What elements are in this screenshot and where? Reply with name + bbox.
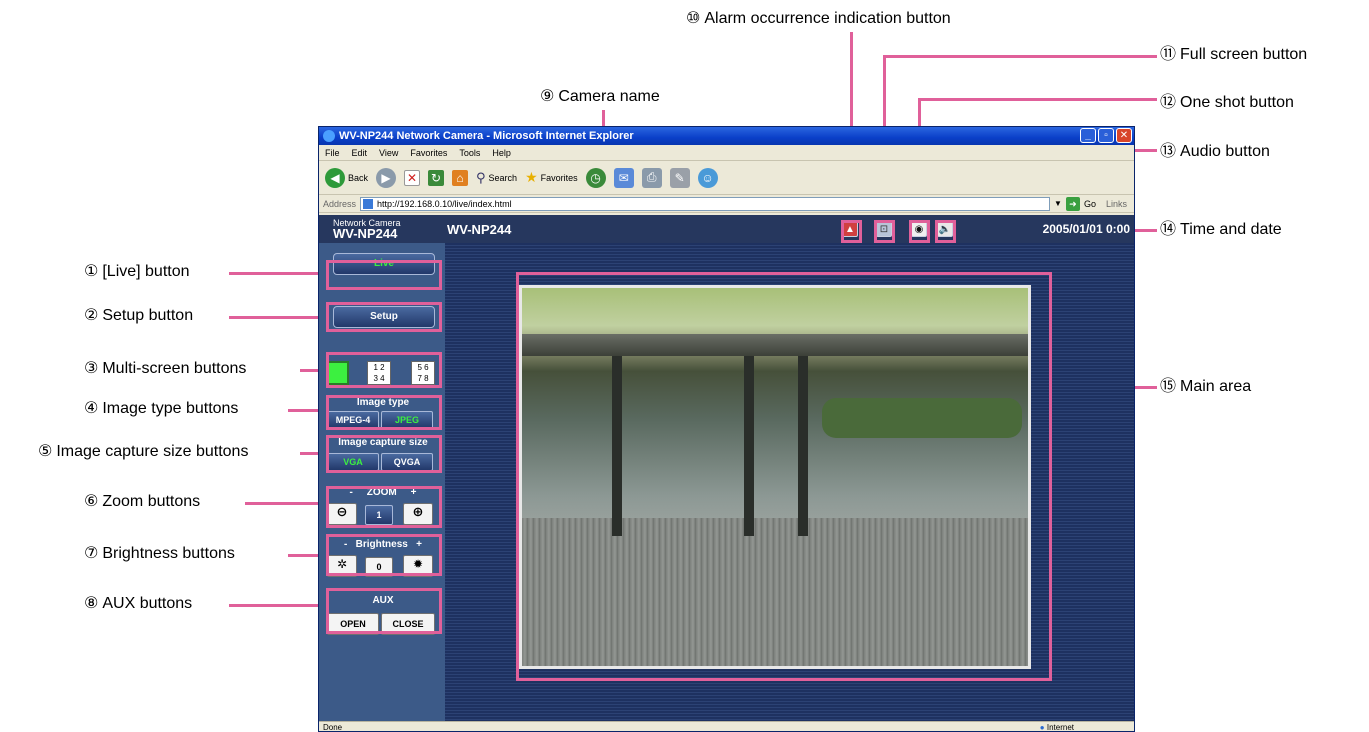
callout-oneshot: ⑫ One shot button [1160,94,1294,111]
callout-multiscreen: ③ Multi-screen buttons [84,360,247,377]
highlight-zoom [326,486,442,528]
title-bar: WV-NP244 Network Camera - Microsoft Inte… [319,127,1134,145]
home-button[interactable]: ⌂ [452,169,469,186]
callout-audio: ⑬ Audio button [1160,143,1270,160]
mail-button[interactable]: ✉ [613,167,634,188]
go-icon[interactable]: ➜ [1065,196,1080,211]
callout-imagetype: ④ Image type buttons [84,400,239,417]
status-bar: Done ● Internet [319,721,1134,732]
menu-tools[interactable]: Tools [459,145,480,160]
time-and-date: 2005/01/01 0:00 [1042,222,1130,236]
menu-help[interactable]: Help [492,145,511,160]
security-zone: ● Internet [1039,723,1074,732]
status-text: Done [323,723,343,732]
leader-zoom [245,502,326,505]
callout-brightness: ⑦ Brightness buttons [84,545,235,562]
menu-edit[interactable]: Edit [352,145,368,160]
back-button[interactable]: ◀ Back [325,167,368,188]
ie-logo-icon [323,130,335,143]
print-button[interactable]: ⎙ [641,167,662,188]
address-label: Address [323,198,357,209]
callout-zoom: ⑥ Zoom buttons [84,493,201,510]
address-bar: Address http://192.168.0.10/live/index.h… [319,195,1134,213]
callout-fullscreen: ⑪ Full screen button [1160,46,1308,63]
highlight-imagetype [326,395,442,430]
leader-live [229,272,329,275]
callout-aux: ⑧ AUX buttons [84,595,193,612]
highlight-mainarea [516,272,1052,681]
messenger-button[interactable]: ☺ [697,167,718,188]
forward-button[interactable]: ▶ [376,167,397,188]
window-title: WV-NP244 Network Camera - Microsoft Inte… [339,130,634,142]
minimize-button[interactable]: _ [1080,128,1096,143]
leader-oneshot-h [918,98,1157,101]
menu-file[interactable]: File [325,145,340,160]
page-icon [363,198,374,209]
search-icon: ⚲ [476,169,486,185]
globe-icon: ● [1039,723,1045,732]
highlight-capturesize [326,435,442,473]
back-arrow-icon: ◀ [325,167,345,188]
leader-fullscreen-h [883,55,1157,58]
highlight-alarm [841,220,862,243]
go-button[interactable]: Go [1084,199,1096,209]
callout-capturesize: ⑤ Image capture size buttons [38,443,249,460]
leader-setup [229,316,329,319]
callout-live: ① [Live] button [84,263,190,280]
highlight-audio [935,220,956,243]
edit-button[interactable]: ✎ [669,167,690,188]
camera-header: Network Camera WV-NP244 WV-NP244 ▲ ⊡ ◉ 🔈… [319,215,1134,243]
address-dropdown[interactable]: ▼ [1054,199,1062,208]
highlight-multiscreen [326,352,442,388]
links-button[interactable]: Links [1106,199,1127,209]
callout-alarm: ⑩ Alarm occurrence indication button [686,10,951,27]
menu-view[interactable]: View [379,145,398,160]
maximize-button[interactable]: ▫ [1098,128,1114,143]
highlight-live [326,260,442,290]
close-button[interactable]: ✕ [1116,128,1132,143]
refresh-button[interactable]: ↻ [428,169,445,186]
camera-name: WV-NP244 [447,222,512,237]
highlight-oneshot [909,220,930,243]
menu-favorites[interactable]: Favorites [410,145,447,160]
highlight-aux [326,588,442,634]
callout-setup: ② Setup button [84,307,194,324]
star-icon: ★ [525,169,538,185]
leader-aux [229,604,326,607]
history-button[interactable]: ◷ [585,167,606,188]
callout-mainarea: ⑮ Main area [1160,378,1252,395]
highlight-fullscreen [874,220,895,243]
toolbar: ◀ Back ▶ ✕ ↻ ⌂ ⚲ Search ★ Favorites ◷ ✉ ⎙ ✎… [319,161,1134,195]
brand-model: WV-NP244 [333,226,398,241]
highlight-setup [326,302,442,332]
callout-timedate: ⑭ Time and date [1160,221,1282,238]
search-button[interactable]: ⚲ Search [476,170,517,186]
callout-cameraname: ⑨ Camera name [540,88,660,105]
stop-button[interactable]: ✕ [404,169,421,186]
menu-bar: File Edit View Favorites Tools Help [319,145,1134,161]
address-input[interactable]: http://192.168.0.10/live/index.html [360,196,1051,211]
highlight-brightness [326,534,442,576]
favorites-button[interactable]: ★ Favorites [525,169,578,186]
